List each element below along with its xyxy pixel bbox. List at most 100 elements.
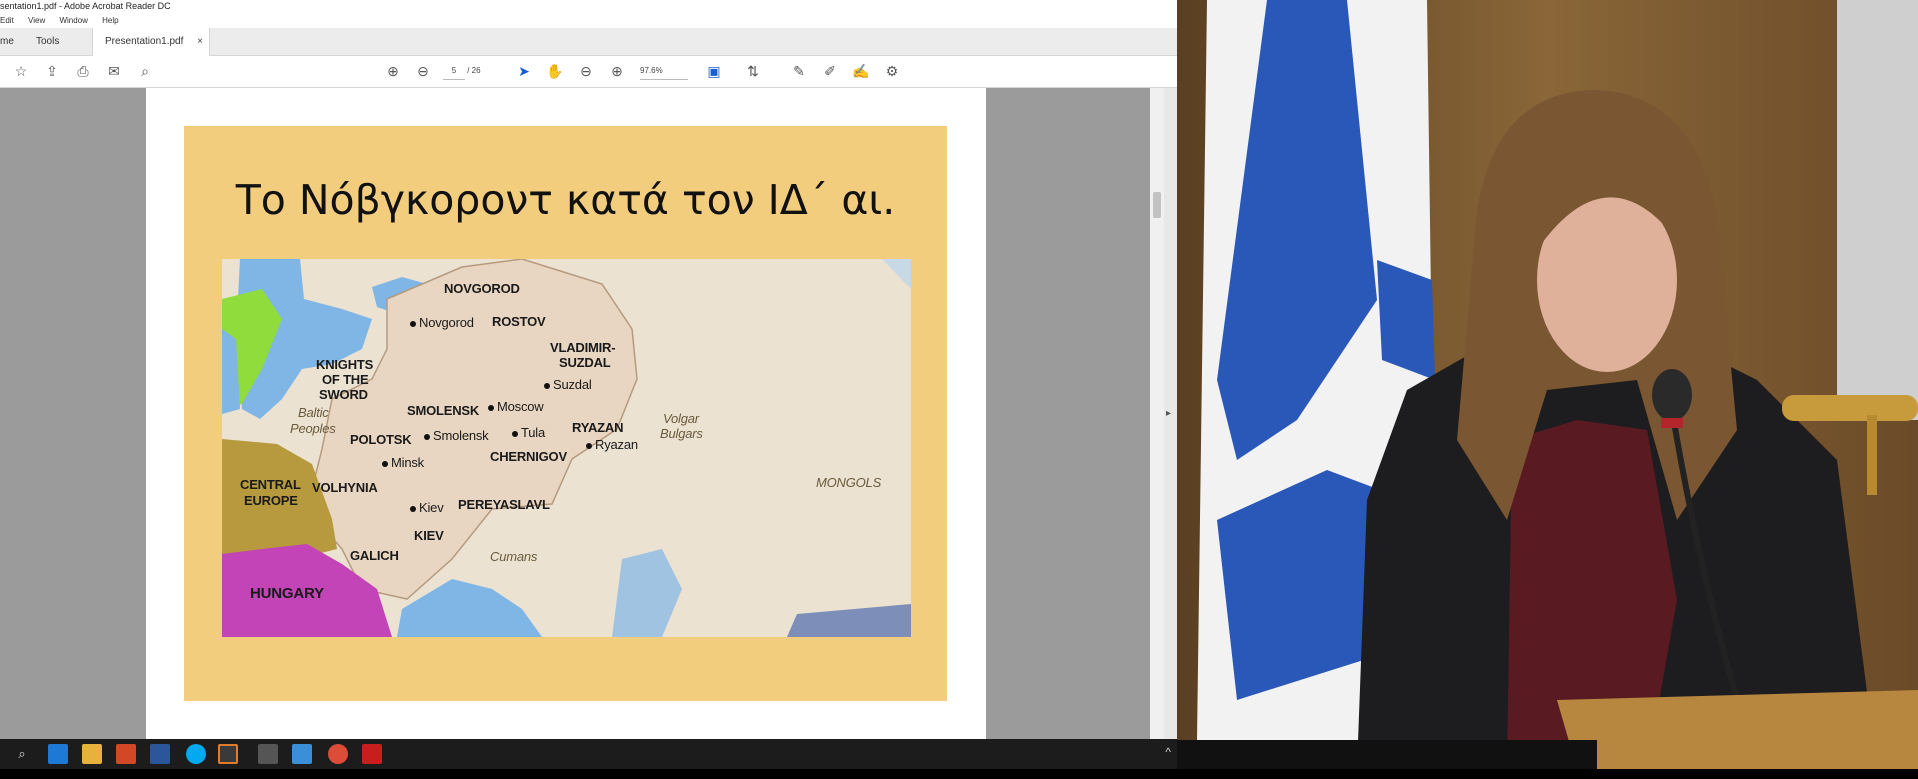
slide: Το Νόβγκοροντ κατά τον ΙΔ΄ αι. NOVGOROD …: [184, 126, 947, 701]
media-icon[interactable]: [258, 744, 278, 764]
map-label-suzdal-region: SUZDAL: [559, 355, 611, 370]
map-city-moscow: Moscow: [488, 399, 544, 414]
edge-icon[interactable]: [48, 744, 68, 764]
city-dot: [488, 404, 494, 411]
right-pane-toggle[interactable]: ▸: [1164, 88, 1177, 739]
river-north: [882, 259, 911, 289]
chevron-up-icon[interactable]: ^: [1165, 745, 1171, 759]
aral-sea: [787, 604, 911, 637]
print-icon[interactable]: ⎙: [74, 62, 92, 80]
highlight-icon[interactable]: ✐: [821, 62, 839, 80]
search-icon[interactable]: ⌕: [136, 62, 154, 80]
menu-view[interactable]: View: [28, 16, 45, 25]
map-label-sword: SWORD: [319, 387, 368, 402]
map-label-volgar: Volgar: [663, 411, 699, 426]
scroll-mode-icon[interactable]: ⇅: [744, 62, 762, 80]
word-icon[interactable]: [150, 744, 170, 764]
map-label-bulgars: Bulgars: [660, 426, 703, 441]
upload-icon[interactable]: ⇪: [43, 62, 61, 80]
map-city-smolensk: Smolensk: [424, 428, 489, 443]
skype-icon[interactable]: [186, 744, 206, 764]
map-city-kiev: Kiev: [410, 500, 444, 515]
search-icon[interactable]: ⌕: [12, 744, 32, 764]
page-number-field[interactable]: 5 / 26: [443, 63, 498, 80]
tab-home[interactable]: me: [0, 28, 24, 55]
map-label-vladimir: VLADIMIR-: [550, 340, 616, 355]
map-city-ryazan: Ryazan: [586, 437, 638, 452]
map-label-knights: KNIGHTS: [316, 357, 374, 372]
map-label-europe: EUROPE: [244, 493, 298, 508]
close-icon[interactable]: ×: [197, 28, 203, 55]
chrome-icon[interactable]: [328, 744, 348, 764]
fit-page-icon[interactable]: ▣: [705, 62, 723, 80]
map-label-novgorod-region: NOVGOROD: [444, 281, 520, 296]
map-label-smolensk-region: SMOLENSK: [407, 403, 480, 418]
map-city-tula: Tula: [512, 425, 545, 440]
tab-document-label: Presentation1.pdf: [105, 36, 184, 47]
sign-icon[interactable]: ✍: [852, 62, 870, 80]
page-down-icon[interactable]: ⊖: [414, 62, 432, 80]
city-dot: [512, 430, 518, 437]
page-current[interactable]: 5: [443, 63, 465, 80]
app-icon[interactable]: [292, 744, 312, 764]
acrobat-icon[interactable]: [362, 744, 382, 764]
historical-map: NOVGOROD Novgorod ROSTOV VLADIMIR- SUZDA…: [222, 259, 911, 637]
map-label-central: CENTRAL: [240, 477, 301, 492]
map-label-pereyaslavl: PEREYASLAVL: [458, 497, 550, 512]
map-label-hungary: HUNGARY: [250, 585, 324, 602]
map-label-of-the: OF THE: [322, 372, 369, 387]
map-label-rostov: ROSTOV: [492, 314, 546, 329]
select-cursor-icon[interactable]: ➤: [515, 62, 533, 80]
file-explorer-icon[interactable]: [82, 744, 102, 764]
pdf-page: Το Νόβγκοροντ κατά τον ΙΔ΄ αι. NOVGOROD …: [146, 88, 986, 739]
slide-title: Το Νόβγκοροντ κατά τον ΙΔ΄ αι.: [235, 176, 896, 224]
firefox-icon[interactable]: [218, 744, 238, 764]
hand-icon[interactable]: ✋: [546, 62, 564, 80]
document-area: Το Νόβγκοροντ κατά τον ΙΔ΄ αι. NOVGOROD …: [0, 88, 1150, 739]
map-label-mongols: MONGOLS: [816, 475, 882, 490]
map-label-volhynia: VOLHYNIA: [312, 480, 378, 495]
scrollbar-thumb[interactable]: [1153, 192, 1161, 218]
tab-document[interactable]: Presentation1.pdf ×: [92, 28, 210, 56]
star-icon[interactable]: ☆: [12, 62, 30, 80]
map-label-ryazan-region: RYAZAN: [572, 420, 624, 435]
menu-bar: Edit View Window Help: [0, 14, 1177, 28]
city-dot: [586, 442, 592, 449]
map-label-chernigov: CHERNIGOV: [490, 449, 567, 464]
map-label-kiev-region: KIEV: [414, 528, 444, 543]
map-label-baltic: Baltic: [298, 405, 329, 420]
tab-tools[interactable]: Tools: [36, 28, 86, 55]
taskbar: ⌕ ^: [0, 739, 1177, 769]
page-up-icon[interactable]: ⊕: [384, 62, 402, 80]
map-label-galich: GALICH: [350, 548, 399, 563]
map-city-minsk: Minsk: [382, 455, 424, 470]
comment-icon[interactable]: ✎: [790, 62, 808, 80]
map-label-peoples: Peoples: [290, 421, 336, 436]
stamp-icon[interactable]: ⚙: [883, 62, 901, 80]
city-dot: [424, 433, 430, 440]
tab-bar: me Tools Presentation1.pdf ×: [0, 28, 1177, 56]
caspian-sea: [612, 549, 682, 637]
vertical-scrollbar[interactable]: [1150, 88, 1164, 739]
city-dot: [410, 505, 416, 512]
city-dot: [544, 382, 550, 389]
map-city-novgorod: Novgorod: [410, 315, 474, 330]
map-label-cumans: Cumans: [490, 549, 538, 564]
menu-edit[interactable]: Edit: [0, 16, 14, 25]
zoom-out-icon[interactable]: ⊖: [577, 62, 595, 80]
menu-help[interactable]: Help: [102, 16, 118, 25]
page-total: / 26: [467, 66, 481, 75]
city-dot: [410, 320, 416, 327]
chevron-right-icon[interactable]: ▸: [1166, 408, 1171, 419]
powerpoint-icon[interactable]: [116, 744, 136, 764]
zoom-in-icon[interactable]: ⊕: [608, 62, 626, 80]
speaker-video-frame: [1177, 0, 1918, 769]
menu-window[interactable]: Window: [59, 16, 87, 25]
speaker-video: [1177, 0, 1918, 769]
toolbar: ☆ ⇪ ⎙ ✉ ⌕ ⊕ ⊖ 5 / 26 ➤ ✋ ⊖ ⊕ 97.6% ▣ ⇅ ✎…: [0, 56, 1177, 88]
zoom-level[interactable]: 97.6%: [640, 63, 688, 80]
city-dot: [382, 460, 388, 467]
acrobat-window: sentation1.pdf - Adobe Acrobat Reader DC…: [0, 0, 1177, 739]
window-title: sentation1.pdf - Adobe Acrobat Reader DC: [0, 0, 1177, 14]
email-icon[interactable]: ✉: [105, 62, 123, 80]
